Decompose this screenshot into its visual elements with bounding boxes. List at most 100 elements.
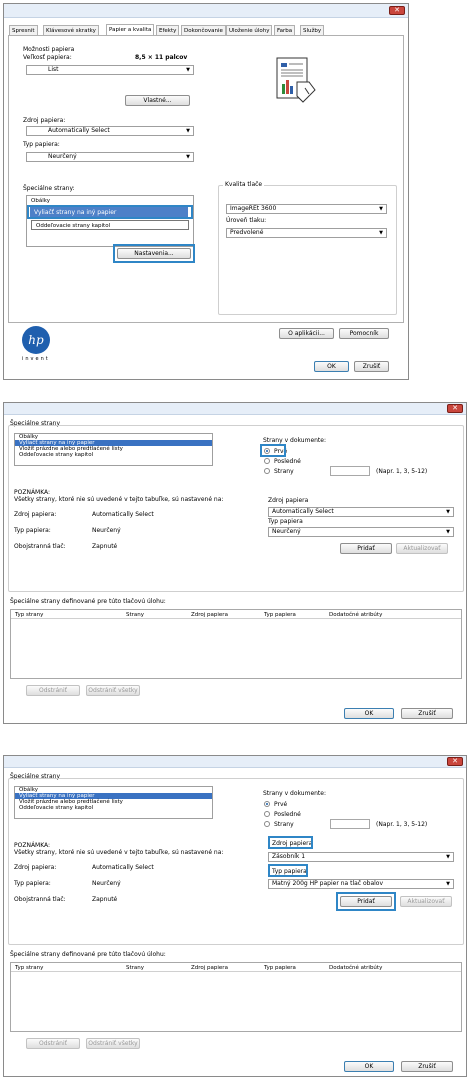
- paper-size-value: 8,5 × 11 palcov: [135, 54, 188, 61]
- about-button[interactable]: O aplikácii...: [279, 328, 334, 339]
- paper-options-title: Možnosti papiera: [23, 46, 75, 53]
- radio-first-label: Prvé: [274, 801, 288, 808]
- column-header[interactable]: Typ strany: [15, 612, 43, 618]
- special-pages-table[interactable]: Typ strany Strany Zdroj papiera Typ papi…: [10, 609, 462, 679]
- paper-type-label: Typ papiera:: [23, 141, 60, 148]
- note-text: Všetky strany, ktoré nie sú uvedené v te…: [14, 849, 224, 856]
- pages-hint: (Napr. 1, 3, 5-12): [376, 468, 428, 475]
- pages-hint: (Napr. 1, 3, 5-12): [376, 821, 428, 828]
- note-type-label: Typ papiera:: [14, 880, 51, 887]
- list-item[interactable]: Oddeľovacie strany kapitol: [15, 452, 212, 458]
- remove-all-button[interactable]: Odstrániť všetky: [86, 685, 140, 696]
- ok-button[interactable]: OK: [344, 1061, 394, 1072]
- column-header[interactable]: Typ papiera: [264, 965, 296, 971]
- hp-logo: hp: [22, 326, 50, 354]
- highlight-add-button: [336, 892, 396, 911]
- update-button[interactable]: Aktualizovať: [396, 543, 448, 554]
- cancel-button[interactable]: Zrušiť: [401, 708, 453, 719]
- pages-in-document-label: Strany v dokumente:: [263, 790, 326, 797]
- cancel-button[interactable]: Zrušiť: [354, 361, 389, 372]
- title-bar: ✕: [4, 4, 408, 18]
- note-type-label: Typ papiera:: [14, 527, 51, 534]
- tab-effects[interactable]: Efekty: [156, 25, 180, 35]
- table-header: [11, 963, 461, 972]
- remove-all-button[interactable]: Odstrániť všetky: [86, 1038, 140, 1049]
- pages-input[interactable]: [330, 819, 370, 829]
- tab-color[interactable]: Farba: [274, 25, 296, 35]
- tab-services[interactable]: Služby: [300, 25, 325, 35]
- highlight-settings-button: [113, 244, 195, 263]
- pages-in-document-label: Strany v dokumente:: [263, 437, 326, 444]
- title-bar: ✕: [4, 403, 466, 415]
- remove-button[interactable]: Odstrániť: [26, 685, 80, 696]
- paper-size-label: Veľkosť papiera:: [23, 54, 72, 61]
- special-pages-list[interactable]: Obálky Vyliačť strany na iný papier Vlož…: [14, 786, 213, 819]
- note-text: Všetky strany, ktoré nie sú uvedené v te…: [14, 496, 224, 503]
- special-pages-table[interactable]: Typ strany Strany Zdroj papiera Typ papi…: [10, 962, 462, 1032]
- special-pages-dialog-1: ✕ Špeciálne strany Obálky Vyliačť strany…: [3, 402, 467, 724]
- remove-button[interactable]: Odstrániť: [26, 1038, 80, 1049]
- paper-type-label: Typ papiera: [268, 518, 303, 525]
- note-title: POZNÁMKA:: [14, 842, 51, 849]
- special-pages-list[interactable]: Obálky Vyliačť strany na iný papier Vlož…: [14, 433, 213, 466]
- list-item[interactable]: Oddeľovacie strany kapitol: [15, 805, 212, 811]
- column-header[interactable]: Strany: [126, 965, 144, 971]
- table-header: [11, 610, 461, 619]
- paper-type-dropdown[interactable]: Matný 200g HP papier na tlač obalov ▼: [268, 879, 454, 889]
- close-button[interactable]: ✕: [447, 757, 463, 766]
- radio-last[interactable]: [264, 811, 270, 817]
- note-duplex-value: Zapnuté: [92, 896, 118, 903]
- radio-pages-label: Strany: [274, 468, 294, 475]
- paper-source-dropdown[interactable]: Automatically Select ▼: [26, 126, 194, 136]
- radio-pages[interactable]: [264, 468, 270, 474]
- print-quality-dropdown[interactable]: ImageREt 3600 ▼: [226, 204, 387, 214]
- list-item[interactable]: Oddeľovacie strany kapitol: [31, 220, 189, 230]
- column-header[interactable]: Zdroj papiera: [191, 965, 228, 971]
- tab-finishing[interactable]: Dokončovanie: [181, 25, 226, 35]
- ok-button[interactable]: OK: [314, 361, 349, 372]
- ok-button[interactable]: OK: [344, 708, 394, 719]
- chevron-down-icon: ▼: [446, 509, 450, 515]
- column-header[interactable]: Dodatočné atribúty: [329, 965, 382, 971]
- tab-job-storage[interactable]: Uloženie úlohy: [226, 25, 273, 35]
- chevron-down-icon: ▼: [379, 230, 383, 236]
- custom-button[interactable]: Vlastné...: [125, 95, 190, 106]
- column-header[interactable]: Typ strany: [15, 965, 43, 971]
- radio-last-label: Posledné: [274, 458, 301, 465]
- print-level-label: Úroveň tlaku:: [226, 217, 267, 224]
- note-duplex-value: Zapnuté: [92, 543, 118, 550]
- paper-size-dropdown[interactable]: List ▼: [26, 65, 194, 75]
- paper-source-dropdown[interactable]: Zásobník 1 ▼: [268, 852, 454, 862]
- close-button[interactable]: ✕: [447, 404, 463, 413]
- note-duplex-label: Obojstranná tlač:: [14, 896, 66, 903]
- paper-type-dropdown[interactable]: Neurčený ▼: [268, 527, 454, 537]
- radio-last[interactable]: [264, 458, 270, 464]
- print-quality-title: Kvalita tlače: [223, 181, 265, 188]
- column-header[interactable]: Typ papiera: [264, 612, 296, 618]
- radio-last-label: Posledné: [274, 811, 301, 818]
- column-header[interactable]: Strany: [126, 612, 144, 618]
- table-title: Špeciálne strany definované pre túto tla…: [10, 951, 166, 958]
- special-pages-label: Špeciálne strany:: [23, 185, 75, 192]
- column-header[interactable]: Dodatočné atribúty: [329, 612, 382, 618]
- tab-spresnit[interactable]: Spresnit: [9, 25, 38, 35]
- add-button[interactable]: Pridať: [340, 543, 392, 554]
- help-button[interactable]: Pomocník: [339, 328, 389, 339]
- note-title: POZNÁMKA:: [14, 489, 51, 496]
- special-pages-list[interactable]: Obálky Vyliačť strany na iný papier Odde…: [26, 195, 194, 247]
- print-level-dropdown[interactable]: Predvolené ▼: [226, 228, 387, 238]
- highlight-paper-type-label: [268, 864, 308, 877]
- tab-keyboard-shortcuts[interactable]: Klávesové skratky: [43, 25, 99, 35]
- note-source-value: Automatically Select: [92, 511, 154, 518]
- paper-source-dropdown[interactable]: Automatically Select ▼: [268, 507, 454, 517]
- column-header[interactable]: Zdroj papiera: [191, 612, 228, 618]
- document-preview-icon: [276, 57, 316, 103]
- cancel-button[interactable]: Zrušiť: [401, 1061, 453, 1072]
- paper-type-dropdown[interactable]: Neurčený ▼: [26, 152, 194, 162]
- radio-pages[interactable]: [264, 821, 270, 827]
- close-button[interactable]: ✕: [389, 6, 405, 15]
- highlight-selected-item: [27, 205, 193, 219]
- update-button[interactable]: Aktualizovať: [400, 896, 452, 907]
- pages-input[interactable]: [330, 466, 370, 476]
- radio-first[interactable]: [264, 801, 270, 807]
